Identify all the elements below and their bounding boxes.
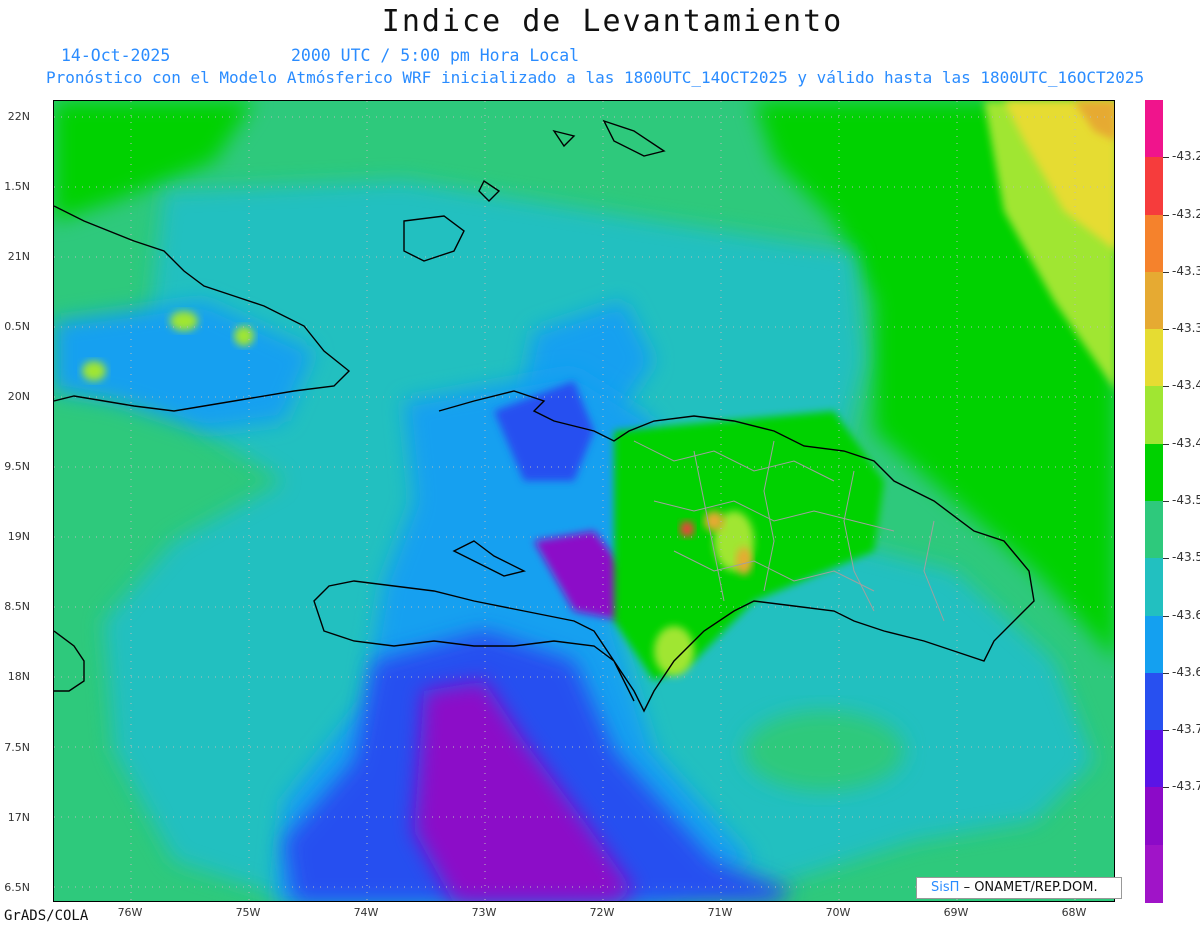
legend-label: -43.6 xyxy=(1172,664,1200,679)
lon-label-76w: 76W xyxy=(117,906,143,919)
lat-label-22n: 22N xyxy=(7,110,30,123)
legend-tick xyxy=(1163,386,1169,388)
lon-label-70w: 70W xyxy=(825,906,851,919)
legend-swatch xyxy=(1145,271,1163,330)
field-red-dr xyxy=(680,521,694,537)
lat-label-20-5n: 0.5N xyxy=(4,320,30,333)
legend-tick xyxy=(1163,501,1169,502)
lon-label-74w: 74W xyxy=(353,906,379,919)
lat-label-18n: 18N xyxy=(7,670,30,683)
legend-label: -43.5 xyxy=(1172,493,1200,507)
legend-swatch xyxy=(1145,329,1163,388)
field-yellow-dr-2 xyxy=(654,626,694,676)
map-canvas xyxy=(54,101,1114,901)
legend-label: -43.3 xyxy=(1172,321,1200,336)
legend-tick xyxy=(1163,615,1169,617)
legend-label: -43.4 xyxy=(1172,435,1200,450)
lat-label-17-5n: 7.5N xyxy=(4,741,30,754)
lon-label-73w: 73W xyxy=(471,906,497,919)
legend-swatch xyxy=(1145,844,1163,903)
map-title: Indice de Levantamiento xyxy=(381,4,844,39)
legend-tick xyxy=(1163,558,1169,560)
legend-tick xyxy=(1163,157,1169,159)
forecast-description: Pronóstico con el Modelo Atmósferico WRF… xyxy=(46,68,1145,87)
legend-swatch xyxy=(1145,615,1163,674)
legend-swatch xyxy=(1145,100,1163,158)
credit-org: – ONAMET/REP.DOM. xyxy=(963,880,1098,895)
forecast-date: 14-Oct-2025 xyxy=(61,46,171,65)
grads-label: GrADS/COLA xyxy=(4,908,89,924)
legend-label: -43.4 xyxy=(1172,378,1200,393)
legend-swatch xyxy=(1145,443,1163,502)
legend-tick xyxy=(1163,271,1169,273)
legend-swatch xyxy=(1145,501,1163,559)
lat-label-20n: 20N xyxy=(7,390,30,403)
legend-label: -43.3 xyxy=(1172,263,1200,278)
legend-label: -43.7 xyxy=(1172,779,1200,794)
lat-label-19-5n: 9.5N xyxy=(4,460,30,473)
sispi-logo: SisΠ xyxy=(931,880,960,895)
legend-swatch xyxy=(1145,386,1163,445)
field-cell-cuba-2 xyxy=(234,326,254,346)
legend-tick xyxy=(1163,672,1169,674)
lat-label-16-5n: 6.5N xyxy=(4,881,30,894)
lon-label-69w: 69W xyxy=(943,906,969,919)
lat-label-19n: 19N xyxy=(7,530,30,543)
legend-label: -43.6 xyxy=(1172,607,1200,622)
legend-tick xyxy=(1163,787,1169,789)
legend-label: -43.2 xyxy=(1172,206,1200,221)
forecast-time: 2000 UTC / 5:00 pm Hora Local xyxy=(291,46,580,65)
legend-tick xyxy=(1163,443,1169,445)
legend-tick xyxy=(1163,730,1169,732)
lon-label-75w: 75W xyxy=(235,906,261,919)
legend-label: -43.5 xyxy=(1172,550,1200,565)
legend-label: -43.2 xyxy=(1172,149,1200,164)
color-legend xyxy=(1145,100,1163,903)
field-orange-dr-2 xyxy=(736,547,752,575)
lat-label-21n: 21N xyxy=(7,250,30,263)
lifted-index-map xyxy=(53,100,1115,902)
credit-box: SisΠ – ONAMET/REP.DOM. xyxy=(916,877,1122,899)
legend-swatch xyxy=(1145,157,1163,216)
lat-label-18-5n: 8.5N xyxy=(4,600,30,613)
legend-swatch xyxy=(1145,787,1163,846)
legend-tick xyxy=(1163,214,1169,216)
lon-label-71w: 71W xyxy=(707,906,733,919)
lat-label-21-5n: 1.5N xyxy=(4,180,30,193)
field-cell-cuba-3 xyxy=(82,361,106,381)
legend-tick xyxy=(1163,329,1169,331)
lon-label-72w: 72W xyxy=(589,906,615,919)
legend-swatch xyxy=(1145,214,1163,273)
legend-label: -43.7 xyxy=(1172,722,1200,737)
field-cell-cuba-1 xyxy=(170,311,198,331)
legend-swatch xyxy=(1145,558,1163,617)
legend-swatch xyxy=(1145,730,1163,789)
lon-label-68w: 68W xyxy=(1061,906,1087,919)
field-green-south xyxy=(744,711,904,791)
lat-label-17n: 17N xyxy=(7,811,30,824)
legend-swatch xyxy=(1145,672,1163,731)
